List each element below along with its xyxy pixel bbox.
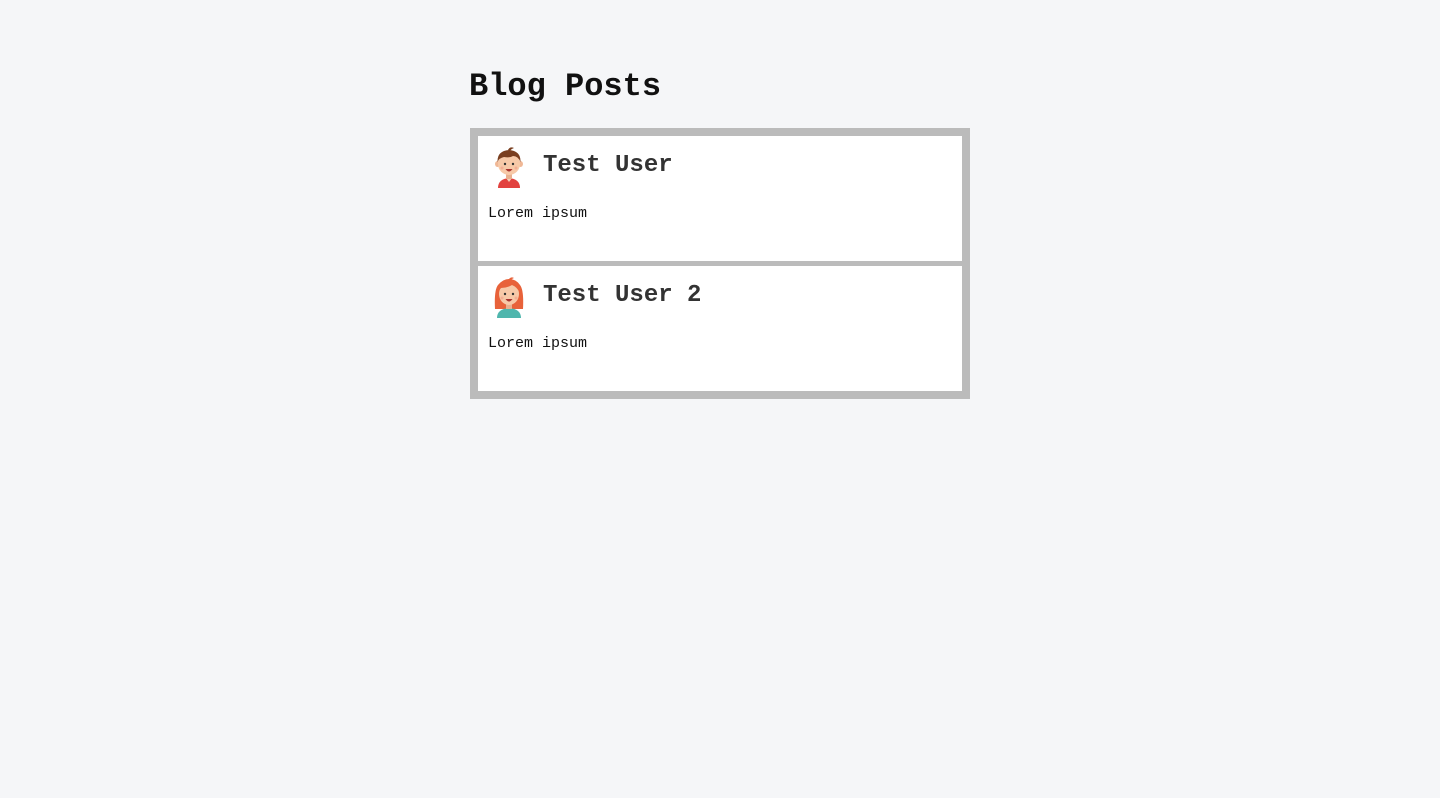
post-card: Test User Lorem ipsum: [478, 136, 962, 261]
boy-avatar-icon: [488, 146, 530, 188]
post-header: Test User 2: [488, 276, 952, 318]
post-header: Test User: [488, 146, 952, 188]
author-name: Test User: [543, 151, 673, 179]
post-body: Lorem ipsum: [488, 205, 588, 222]
author-name: Test User 2: [543, 281, 702, 309]
girl-avatar-icon: [488, 276, 530, 318]
posts-list: Test User Lorem ipsum Test User 2 Lorem …: [470, 128, 970, 399]
post-card: Test User 2 Lorem ipsum: [478, 266, 962, 391]
post-body: Lorem ipsum: [488, 335, 588, 352]
page-title: Blog Posts: [469, 68, 662, 105]
